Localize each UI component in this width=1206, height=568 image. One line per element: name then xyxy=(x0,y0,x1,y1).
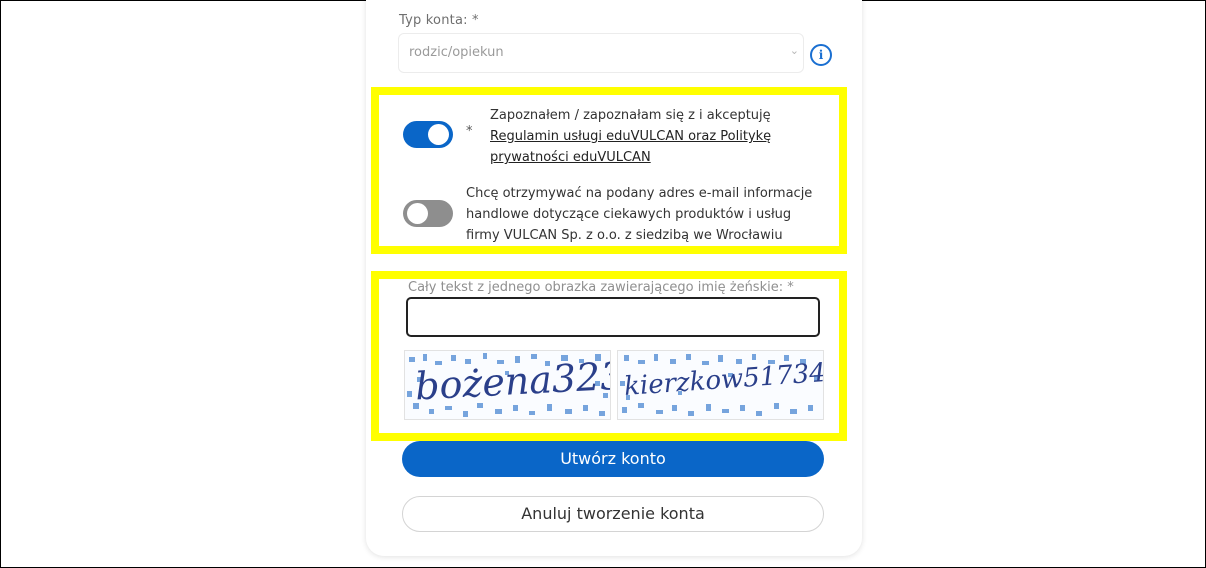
toggle-knob xyxy=(407,203,428,224)
captcha-image-2: kierzkow51734 xyxy=(617,350,824,420)
account-type-value: rodzic/opiekun xyxy=(409,45,504,60)
account-type-select[interactable]: rodzic/opiekun ⌄ xyxy=(398,33,804,73)
captcha-input[interactable] xyxy=(406,297,820,337)
required-mark: * xyxy=(466,124,473,139)
chevron-down-icon: ⌄ xyxy=(789,44,799,57)
terms-toggle[interactable] xyxy=(403,121,453,148)
terms-text-prefix: Zapoznałem / zapoznałam się z i akceptuj… xyxy=(490,108,771,123)
marketing-line2: handlowe dotyczące ciekawych produktów i… xyxy=(466,207,792,222)
create-account-button[interactable]: Utwórz konto xyxy=(402,441,824,477)
marketing-line3: firmy VULCAN Sp. z o.o. z siedzibą we Wr… xyxy=(466,228,783,243)
captcha-image-1: bożena323 xyxy=(404,350,611,420)
toggle-knob xyxy=(428,124,449,145)
marketing-line1: Chcę otrzymywać na podany adres e-mail i… xyxy=(466,186,813,201)
account-type-label: Typ konta: * xyxy=(399,13,479,28)
info-icon[interactable]: i xyxy=(810,44,832,66)
captcha-label: Cały tekst z jednego obrazka zawierające… xyxy=(408,280,794,295)
marketing-text: Chcę otrzymywać na podany adres e-mail i… xyxy=(466,183,812,246)
marketing-toggle[interactable] xyxy=(403,200,453,227)
terms-text: Zapoznałem / zapoznałam się z i akceptuj… xyxy=(490,105,771,168)
cancel-account-button[interactable]: Anuluj tworzenie konta xyxy=(402,496,824,532)
terms-link-line2[interactable]: prywatności eduVULCAN xyxy=(490,150,651,165)
terms-link-line1[interactable]: Regulamin usługi eduVULCAN oraz Politykę xyxy=(490,129,771,144)
